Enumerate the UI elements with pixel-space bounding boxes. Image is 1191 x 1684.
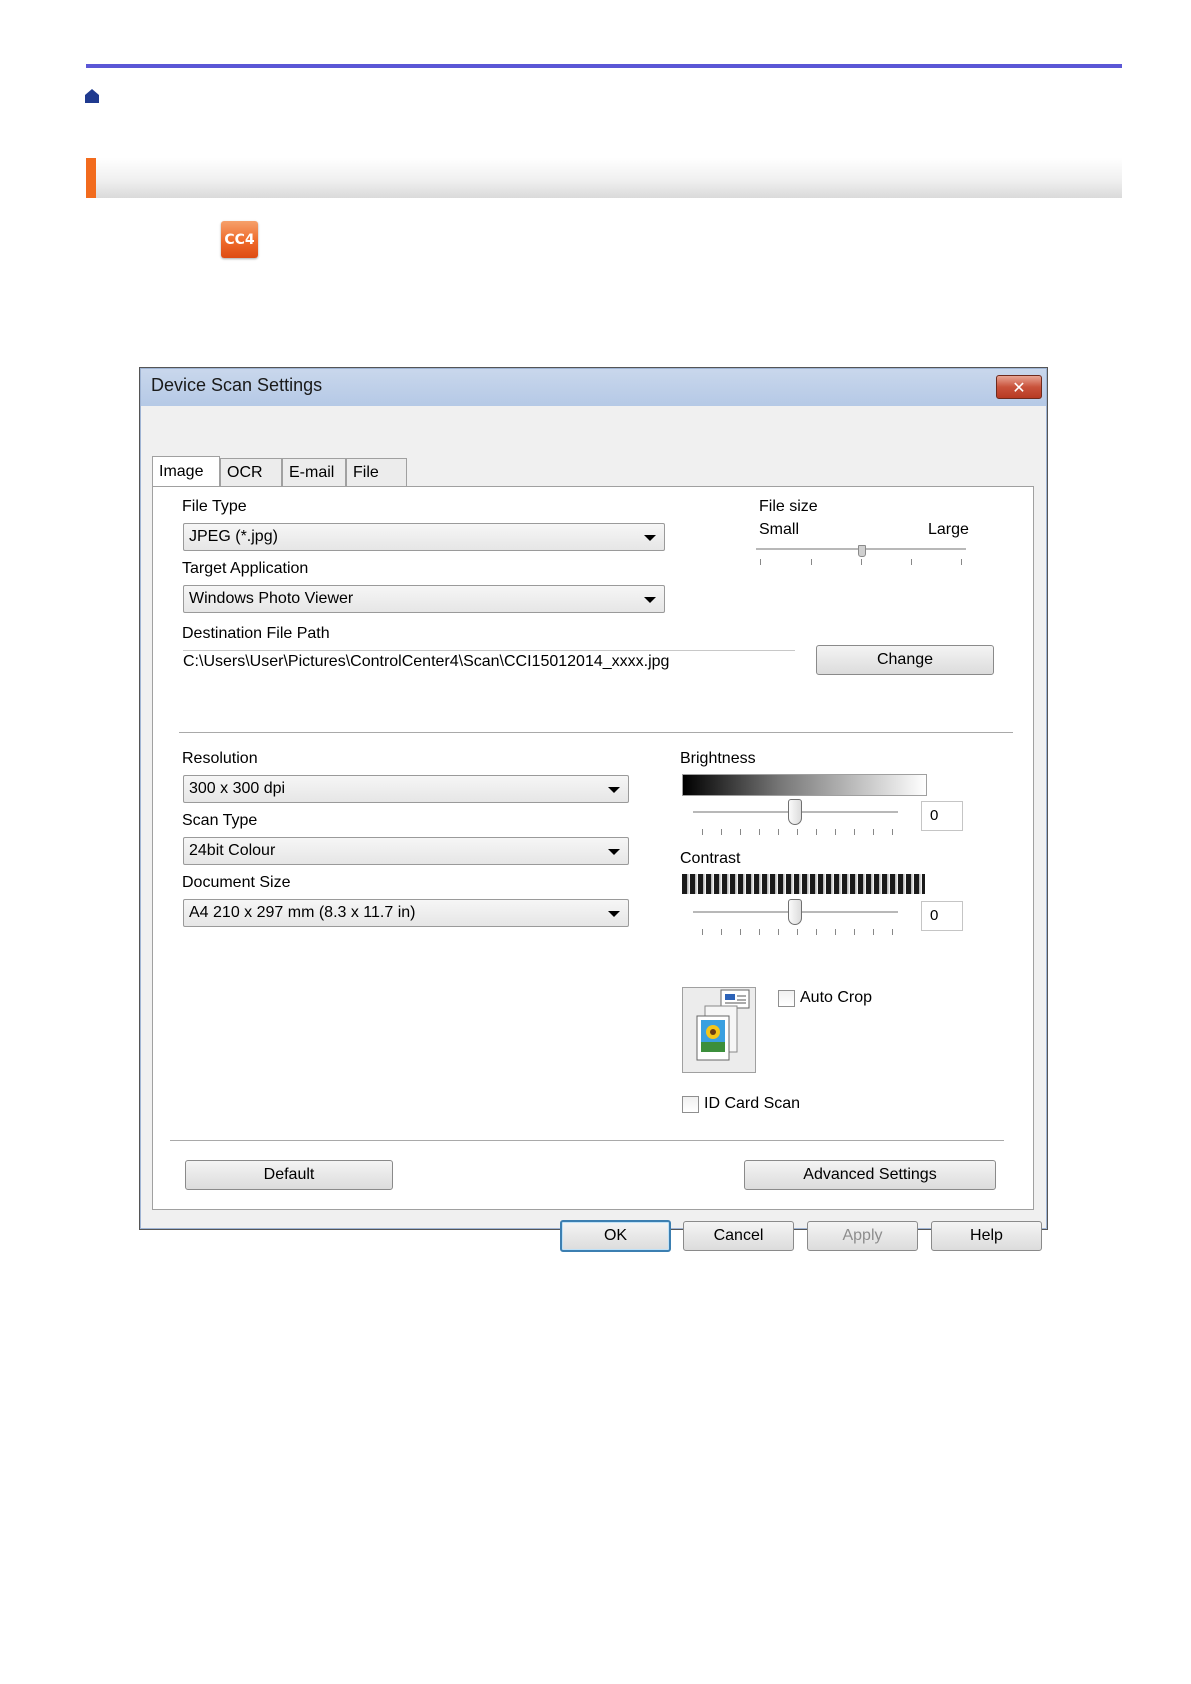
destination-path-field[interactable]: C:\Users\User\Pictures\ControlCenter4\Sc…	[183, 650, 795, 677]
chevron-down-icon	[644, 535, 656, 541]
cancel-button[interactable]: Cancel	[683, 1221, 794, 1251]
top-rule	[86, 64, 1122, 68]
brightness-value-field[interactable]: 0	[921, 801, 963, 831]
auto-crop-checkbox[interactable]	[778, 990, 795, 1007]
divider	[170, 1140, 1004, 1141]
divider	[179, 732, 1013, 733]
file-size-slider[interactable]	[756, 545, 966, 567]
tab-ocr[interactable]: OCR	[220, 458, 282, 486]
ok-button[interactable]: OK	[560, 1220, 671, 1252]
file-size-small-label: Small	[759, 521, 800, 538]
advanced-settings-button[interactable]: Advanced Settings	[744, 1160, 996, 1190]
scan-type-value: 24bit Colour	[189, 842, 276, 859]
apply-button[interactable]: Apply	[807, 1221, 918, 1251]
help-button[interactable]: Help	[931, 1221, 1042, 1251]
tab-image[interactable]: Image	[152, 456, 220, 486]
close-button[interactable]: ✕	[996, 375, 1042, 399]
target-application-value: Windows Photo Viewer	[189, 590, 354, 607]
file-size-label: File size	[759, 498, 818, 515]
file-type-select[interactable]: JPEG (*.jpg)	[183, 523, 665, 551]
target-application-select[interactable]: Windows Photo Viewer	[183, 585, 665, 613]
file-type-value: JPEG (*.jpg)	[189, 528, 278, 545]
brightness-slider[interactable]	[693, 799, 898, 835]
file-type-label: File Type	[182, 498, 247, 515]
chevron-down-icon	[644, 597, 656, 603]
id-card-scan-label: ID Card Scan	[704, 1095, 801, 1112]
tab-email[interactable]: E-mail	[282, 458, 346, 486]
file-size-large-label: Large	[928, 521, 969, 538]
chevron-down-icon	[608, 849, 620, 855]
auto-crop-illustration-icon	[682, 987, 756, 1073]
controlcenter4-icon: CC4	[221, 221, 258, 258]
contrast-label: Contrast	[680, 850, 741, 867]
home-icon[interactable]	[84, 88, 100, 104]
slider-thumb[interactable]	[788, 799, 802, 825]
id-card-scan-checkbox[interactable]	[682, 1096, 699, 1113]
contrast-value-field[interactable]: 0	[921, 901, 963, 931]
change-button[interactable]: Change	[816, 645, 994, 675]
slider-thumb[interactable]	[858, 545, 866, 557]
resolution-select[interactable]: 300 x 300 dpi	[183, 775, 629, 803]
chevron-down-icon	[608, 911, 620, 917]
target-application-label: Target Application	[182, 560, 309, 577]
brightness-label: Brightness	[680, 750, 756, 767]
scan-type-label: Scan Type	[182, 812, 258, 829]
contrast-pattern	[682, 874, 925, 894]
resolution-label: Resolution	[182, 750, 258, 767]
document-size-select[interactable]: A4 210 x 297 mm (8.3 x 11.7 in)	[183, 899, 629, 927]
device-scan-settings-dialog: Device Scan Settings ✕ Image OCR E-mail …	[139, 367, 1048, 1252]
default-button[interactable]: Default	[185, 1160, 393, 1190]
slider-thumb[interactable]	[788, 899, 802, 925]
chevron-down-icon	[608, 787, 620, 793]
tab-file[interactable]: File	[346, 458, 407, 486]
destination-path-value: C:\Users\User\Pictures\ControlCenter4\Sc…	[183, 653, 670, 670]
brightness-gradient	[682, 774, 927, 796]
contrast-slider[interactable]	[693, 899, 898, 935]
auto-crop-label: Auto Crop	[800, 989, 873, 1006]
title-bar: Device Scan Settings ✕	[141, 369, 1046, 406]
dialog-client: Image OCR E-mail File File Type JPEG (*.…	[145, 407, 1042, 1252]
section-heading-bar	[86, 158, 1122, 198]
document-size-label: Document Size	[182, 874, 291, 891]
dialog-title: Device Scan Settings	[151, 375, 323, 395]
destination-path-label: Destination File Path	[182, 625, 330, 642]
document-size-value: A4 210 x 297 mm (8.3 x 11.7 in)	[189, 904, 416, 921]
scan-type-select[interactable]: 24bit Colour	[183, 837, 629, 865]
image-tab-panel: File Type JPEG (*.jpg) Target Applicatio…	[152, 486, 1034, 1210]
resolution-value: 300 x 300 dpi	[189, 780, 286, 797]
section-accent	[86, 158, 96, 198]
